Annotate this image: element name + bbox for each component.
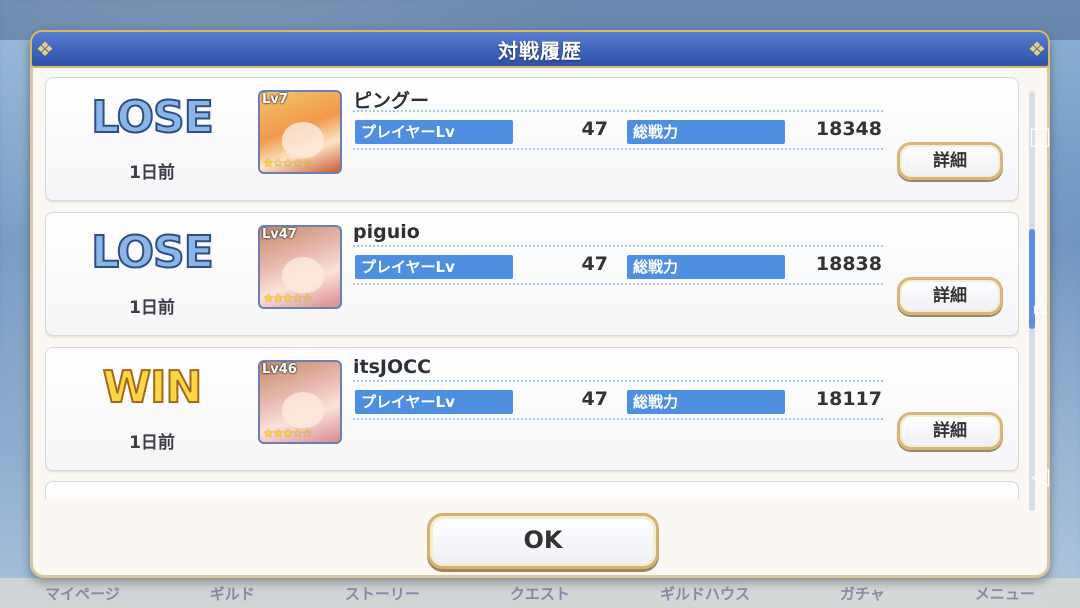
background-bottom-nav: マイページ ギルド ストーリー クエスト ギルドハウス ガチャ メニュー [0, 578, 1080, 608]
total-power-label: 総戦力 [627, 120, 785, 144]
avatar-level: Lv47 [262, 227, 297, 242]
battle-history-list[interactable]: LOSE 1日前 Lv7 ★☆☆☆☆ ピングー プレイヤーLv 47 総戦力 1… [45, 77, 1019, 499]
battle-card-partial [45, 481, 1019, 499]
total-power-value: 18348 [815, 118, 882, 140]
avatar-level: Lv7 [262, 92, 288, 107]
detail-button[interactable]: 詳細 [897, 277, 1003, 315]
bg-nav-story: ストーリー [344, 584, 420, 603]
corner-ornament-left-icon: ❖ [36, 37, 54, 61]
dialog-header: ❖ 対戦履歴 ❖ [30, 30, 1050, 68]
bg-nav-gacha: ガチャ [840, 584, 885, 603]
battle-card: WIN 1日前 Lv46 ★★★☆☆ itsJOCC プレイヤーLv 47 総戦… [45, 347, 1019, 471]
result-win-label: WIN [102, 361, 204, 414]
avatar-face [282, 257, 324, 293]
name-divider [353, 110, 883, 112]
player-name: itsJOCC [353, 356, 432, 378]
home-icon[interactable]: ⌂ [1026, 292, 1054, 320]
total-power-value: 18838 [815, 253, 882, 275]
back-icon[interactable]: ◁ [1026, 462, 1054, 490]
battle-card: LOSE 1日前 Lv7 ★☆☆☆☆ ピングー プレイヤーLv 47 総戦力 1… [45, 77, 1019, 201]
stat-divider [353, 148, 883, 150]
result-lose-label: LOSE [90, 226, 215, 279]
player-name: ピングー [353, 90, 430, 112]
detail-button[interactable]: 詳細 [897, 142, 1003, 180]
opponent-avatar[interactable]: Lv7 ★☆☆☆☆ [258, 90, 342, 174]
avatar-star-rating: ★★★☆☆ [263, 291, 313, 305]
stat-divider [353, 283, 883, 285]
corner-ornament-right-icon: ❖ [1028, 37, 1046, 61]
bg-nav-guild: ギルド [209, 584, 255, 603]
dialog-title: 対戦履歴 [498, 38, 582, 63]
player-level-value: 47 [581, 388, 608, 410]
avatar-star-rating: ★☆☆☆☆ [263, 156, 313, 170]
avatar-face [282, 392, 324, 428]
avatar-star-rating: ★★★☆☆ [263, 426, 313, 440]
avatar-face [282, 122, 324, 158]
battle-time: 1日前 [129, 163, 175, 183]
bg-nav-guildhouse: ギルドハウス [659, 584, 750, 603]
battle-time: 1日前 [129, 298, 175, 318]
bg-nav-mypage: マイページ [45, 584, 120, 603]
result-lose-label: LOSE [90, 91, 215, 144]
battle-history-dialog: ❖ 対戦履歴 ❖ LOSE 1日前 Lv7 ★☆☆☆☆ ピングー プレイヤーLv… [30, 30, 1050, 578]
player-level-value: 47 [581, 253, 608, 275]
total-power-label: 総戦力 [627, 390, 785, 414]
player-level-label: プレイヤーLv [355, 390, 513, 414]
recent-apps-icon[interactable]: □ [1026, 122, 1054, 150]
total-power-value: 18117 [815, 388, 882, 410]
avatar-level: Lv46 [262, 362, 297, 377]
battle-time: 1日前 [129, 433, 175, 453]
player-name: piguio [353, 221, 420, 243]
player-level-value: 47 [581, 118, 608, 140]
bg-nav-quest: クエスト [509, 584, 570, 603]
detail-button[interactable]: 詳細 [897, 412, 1003, 450]
player-level-label: プレイヤーLv [355, 255, 513, 279]
bg-nav-menu: メニュー [974, 584, 1035, 603]
ok-button[interactable]: OK [427, 513, 659, 569]
total-power-label: 総戦力 [627, 255, 785, 279]
player-level-label: プレイヤーLv [355, 120, 513, 144]
stat-divider [353, 418, 883, 420]
name-divider [353, 245, 883, 247]
battle-card: LOSE 1日前 Lv47 ★★★☆☆ piguio プレイヤーLv 47 総戦… [45, 212, 1019, 336]
opponent-avatar[interactable]: Lv47 ★★★☆☆ [258, 225, 342, 309]
name-divider [353, 380, 883, 382]
opponent-avatar[interactable]: Lv46 ★★★☆☆ [258, 360, 342, 444]
